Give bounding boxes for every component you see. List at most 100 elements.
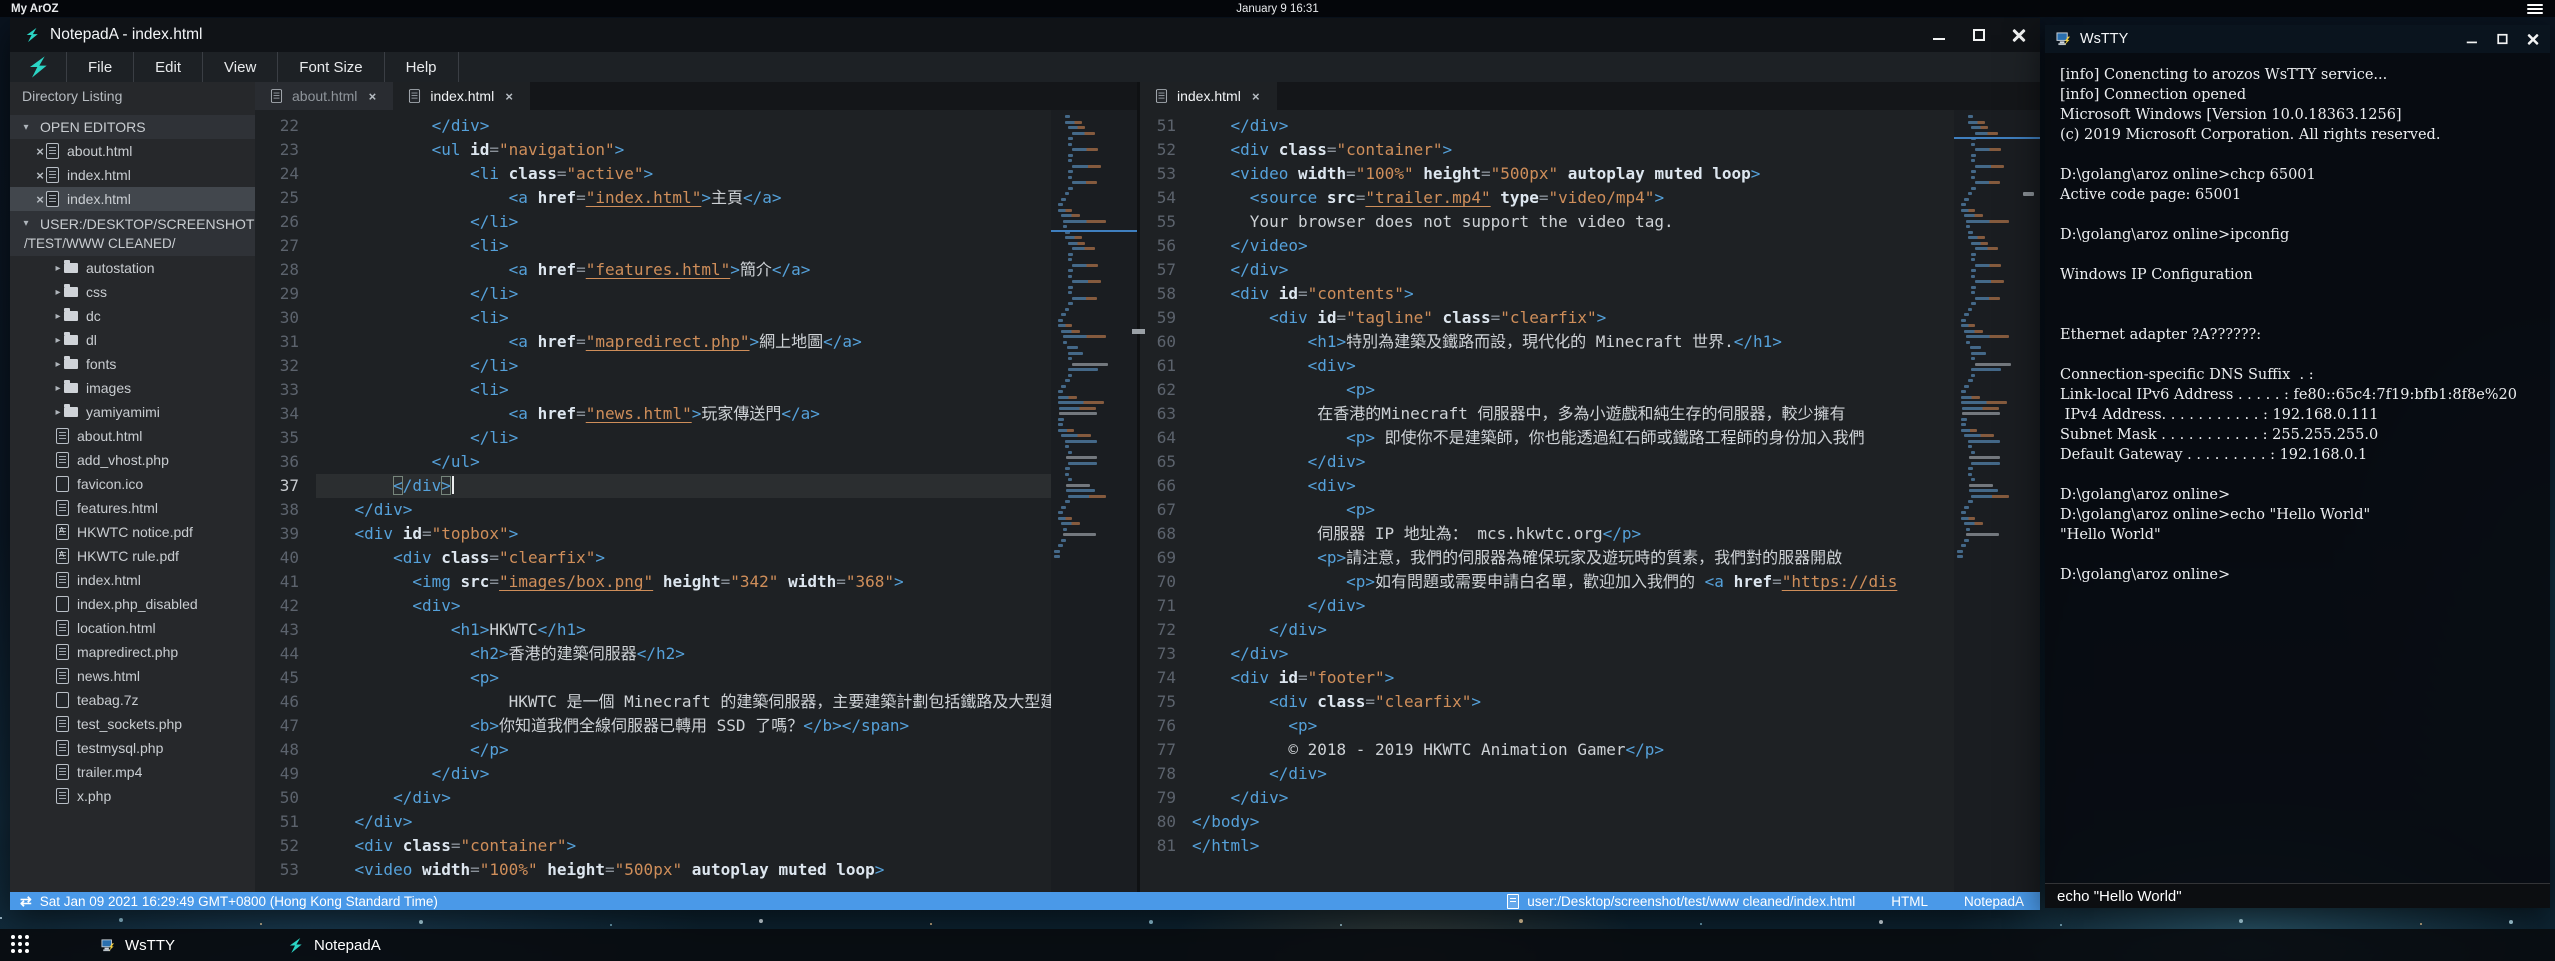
file-item[interactable]: favicon.ico (10, 472, 255, 496)
close-icon[interactable] (366, 89, 378, 104)
code-line: <h1>特別為建築及鐵路而設，現代化的 Minecraft 世界.</h1> (1192, 330, 2040, 354)
open-editor-item[interactable]: about.html (10, 139, 255, 163)
notepada-window: NotepadA - index.html FileEditViewFont S… (10, 18, 2040, 910)
menu-item-view[interactable]: View (203, 52, 278, 82)
right-minimap[interactable] (1954, 110, 2040, 892)
line-number: 33 (255, 378, 299, 402)
file-item[interactable]: HKWTC rule.pdf (10, 544, 255, 568)
close-icon[interactable] (34, 144, 46, 159)
folder-item[interactable]: autostation (10, 256, 255, 280)
terminal-line: Subnet Mask . . . . . . . . . . . : 255.… (2060, 425, 2535, 445)
file-item[interactable]: features.html (10, 496, 255, 520)
taskbar-item-wstty[interactable]: WsTTY (93, 929, 183, 961)
file-item[interactable]: add_vhost.php (10, 448, 255, 472)
left-minimap[interactable] (1051, 110, 1137, 892)
menu-item-edit[interactable]: Edit (134, 52, 203, 82)
right-scrollbar-thumb[interactable] (2023, 192, 2034, 196)
line-number: 57 (1140, 258, 1176, 282)
chevron-down-icon[interactable] (20, 218, 32, 229)
workspace-path-line2: /TEST/WWW CLEANED/ (10, 234, 255, 254)
minimap-viewport-indicator[interactable] (1954, 137, 2040, 139)
left-editor[interactable]: 2223242526272829303132333435363738394041… (255, 110, 1137, 892)
splitter-handle[interactable] (1132, 329, 1145, 334)
editor-tab-index.html[interactable]: index.html (1140, 82, 1277, 110)
chevron-right-icon[interactable] (52, 359, 64, 370)
line-number: 24 (255, 162, 299, 186)
line-number: 66 (1140, 474, 1176, 498)
menu-item-font-size[interactable]: Font Size (278, 52, 384, 82)
open-editor-item[interactable]: index.html (10, 187, 255, 211)
close-icon[interactable] (2012, 28, 2026, 42)
wstty-window: WsTTY [info] Conencting to arozos WsTTY … (2045, 25, 2550, 908)
wstty-titlebar[interactable]: WsTTY (2045, 25, 2550, 53)
minimize-icon[interactable] (1932, 28, 1946, 42)
line-number: 54 (1140, 186, 1176, 210)
chevron-right-icon[interactable] (52, 263, 64, 274)
open-editors-section[interactable]: OPEN EDITORS (10, 115, 255, 139)
close-icon[interactable] (34, 168, 46, 183)
folder-item[interactable]: images (10, 376, 255, 400)
menu-item-help[interactable]: Help (385, 52, 459, 82)
line-number: 28 (255, 258, 299, 282)
code-line: <div id="footer"> (1192, 666, 2040, 690)
close-icon[interactable] (503, 89, 515, 104)
maximize-icon[interactable] (1972, 28, 1986, 42)
file-item[interactable]: trailer.mp4 (10, 760, 255, 784)
code-line: </li> (316, 426, 1137, 450)
file-item[interactable]: index.php_disabled (10, 592, 255, 616)
line-number: 51 (1140, 114, 1176, 138)
chevron-right-icon[interactable] (52, 335, 64, 346)
right-editor[interactable]: 5152535455565758596061626364656667686970… (1140, 110, 2040, 892)
file-item[interactable]: location.html (10, 616, 255, 640)
close-icon[interactable] (2527, 33, 2539, 45)
hamburger-menu-icon[interactable] (2527, 4, 2543, 14)
editor-tab-about.html[interactable]: about.html (255, 82, 393, 110)
file-item[interactable]: test_sockets.php (10, 712, 255, 736)
file-item[interactable]: HKWTC notice.pdf (10, 520, 255, 544)
statusbar-filepath[interactable]: user:/Desktop/screenshot/test/www cleane… (1527, 894, 1855, 909)
file-sidebar: Directory Listing OPEN EDITORSabout.html… (10, 82, 255, 892)
file-item[interactable]: about.html (10, 424, 255, 448)
code-line: <a href="mapredirect.php">網上地圖</a> (316, 330, 1137, 354)
chevron-right-icon[interactable] (52, 407, 64, 418)
terminal-output[interactable]: [info] Conencting to arozos WsTTY servic… (2045, 53, 2550, 883)
app-launcher-icon[interactable] (11, 935, 31, 955)
file-item[interactable]: mapredirect.php (10, 640, 255, 664)
line-number: 22 (255, 114, 299, 138)
folder-item[interactable]: css (10, 280, 255, 304)
file-name: add_vhost.php (77, 452, 169, 468)
file-item[interactable]: index.html (10, 568, 255, 592)
file-item[interactable]: teabag.7z (10, 688, 255, 712)
file-item[interactable]: news.html (10, 664, 255, 688)
file-item[interactable]: testmysql.php (10, 736, 255, 760)
terminal-input[interactable]: echo "Hello World" (2045, 883, 2550, 908)
folder-item[interactable]: dc (10, 304, 255, 328)
notepada-titlebar[interactable]: NotepadA - index.html (10, 18, 2040, 52)
close-icon[interactable] (1250, 89, 1262, 104)
close-icon[interactable] (34, 192, 46, 207)
minimap-viewport-indicator[interactable] (1051, 230, 1137, 232)
open-editor-item[interactable]: index.html (10, 163, 255, 187)
chevron-right-icon[interactable] (52, 287, 64, 298)
folder-icon (64, 383, 78, 393)
menu-item-file[interactable]: File (67, 52, 134, 82)
folder-item[interactable]: fonts (10, 352, 255, 376)
code-file-icon (56, 500, 69, 516)
file-item[interactable]: x.php (10, 784, 255, 808)
folder-icon (64, 311, 78, 321)
maximize-icon[interactable] (2497, 33, 2509, 45)
folder-item[interactable]: yamiyamimi (10, 400, 255, 424)
statusbar-language-mode[interactable]: HTML (1891, 894, 1928, 909)
taskbar-item-notepada[interactable]: NotepadA (279, 929, 389, 961)
chevron-right-icon[interactable] (52, 383, 64, 394)
minimize-icon[interactable] (2466, 33, 2478, 45)
workspace-folder-section[interactable]: USER:/DESKTOP/SCREENSHOT/TEST/WWW CLEANE… (10, 211, 255, 256)
editor-tab-index.html[interactable]: index.html (393, 82, 530, 110)
chevron-right-icon[interactable] (52, 311, 64, 322)
chevron-down-icon[interactable] (20, 122, 32, 133)
folder-item[interactable]: dl (10, 328, 255, 352)
line-number: 43 (255, 618, 299, 642)
line-number: 55 (1140, 210, 1176, 234)
line-number: 47 (255, 714, 299, 738)
line-number: 51 (255, 810, 299, 834)
